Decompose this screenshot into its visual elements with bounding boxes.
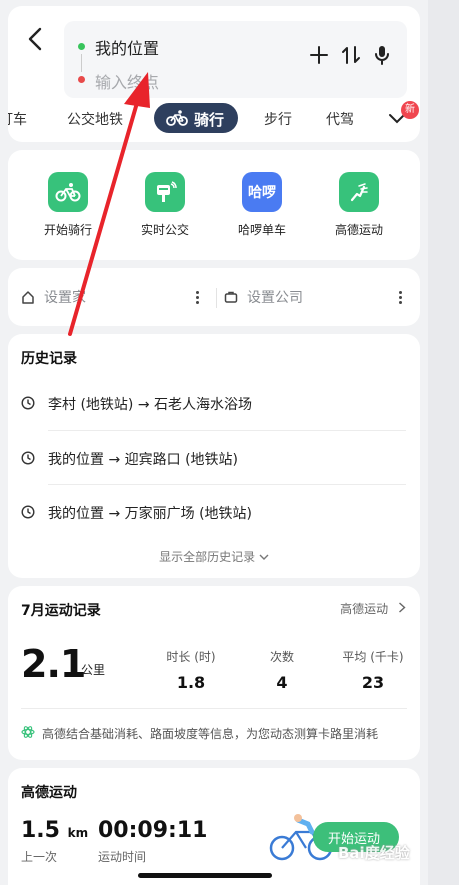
bus-stop-icon (145, 172, 185, 212)
history-title: 历史记录 (21, 351, 77, 367)
end-dot-icon (78, 76, 85, 83)
route-input-box: 我的位置 输入终点 (64, 21, 407, 98)
clock-icon (21, 396, 35, 410)
back-arrow-icon[interactable] (22, 24, 50, 54)
monthly-title: 7月运动记录 (21, 603, 101, 619)
briefcase-icon (224, 291, 238, 303)
clock-icon (21, 451, 35, 465)
tab-taxi[interactable]: 打车 (8, 109, 27, 129)
chevron-down-icon (259, 554, 269, 560)
home-indicator[interactable] (138, 873, 272, 878)
hello-logo: 哈啰 (242, 172, 282, 212)
transport-mode-tabs: 打车 公交地铁 骑行 步行 代驾 (8, 102, 420, 134)
watermark: Bai度经验 (338, 844, 410, 862)
sport-time: 00:09:11 (98, 818, 208, 843)
tab-walking[interactable]: 步行 (264, 109, 292, 129)
work-more-icon[interactable] (399, 291, 402, 306)
microphone-icon[interactable] (370, 43, 394, 67)
last-distance-label: 上一次 (21, 850, 58, 864)
monthly-sport-card: 7月运动记录 高德运动 2.1 公里 时长 (时) 1.8 次数 4 平均 (千… (8, 586, 420, 760)
calorie-note: 高德结合基础消耗、路面坡度等信息，为您动态测算卡路里消耗 (42, 727, 379, 741)
home-icon (22, 291, 34, 304)
run-icon (339, 172, 379, 212)
clock-icon (21, 505, 35, 519)
swap-icon[interactable] (339, 43, 363, 67)
history-item[interactable]: 李村 (地铁站) → 石老人海水浴场 (21, 396, 406, 450)
stat-count: 次数 4 (269, 650, 294, 692)
last-distance: 1.5 km (21, 818, 89, 843)
history-item[interactable]: 我的位置 → 迎宾路口 (地铁站) (21, 451, 406, 505)
tab-cycling[interactable]: 骑行 (154, 103, 239, 133)
set-work-button[interactable]: 设置公司 (247, 287, 303, 307)
set-home-button[interactable]: 设置家 (44, 287, 86, 307)
bike-icon (48, 172, 88, 212)
service-realtime-bus[interactable]: 实时公交 (125, 172, 205, 238)
home-more-icon[interactable] (196, 291, 199, 306)
start-location-field[interactable]: 我的位置 (95, 35, 159, 59)
service-gaode-sport[interactable]: 高德运动 (319, 172, 399, 238)
tab-transit[interactable]: 公交地铁 (67, 109, 123, 129)
route-search-card: 我的位置 输入终点 打车 公交地铁 骑行 步行 代驾 新 (8, 6, 420, 142)
background-strip (428, 0, 459, 885)
sport-title: 高德运动 (21, 785, 77, 801)
cycling-services-card: 开始骑行 实时公交 哈啰 哈啰单车 高德运动 (8, 150, 420, 260)
history-card: 历史记录 李村 (地铁站) → 石老人海水浴场 我的位置 → 迎宾路口 (地铁站… (8, 334, 420, 578)
monthly-distance: 2.1 (21, 642, 86, 686)
bike-icon (166, 110, 188, 126)
gaode-sport-link[interactable]: 高德运动 (340, 600, 406, 617)
favorite-places-card: 设置家 设置公司 (8, 268, 420, 326)
start-dot-icon (78, 43, 85, 50)
atom-icon (21, 726, 35, 738)
new-badge: 新 (401, 101, 419, 119)
add-waypoint-icon[interactable] (307, 43, 331, 67)
sport-time-label: 运动时间 (98, 850, 147, 864)
stat-calories: 平均 (千卡) 23 (342, 650, 404, 692)
tab-designated-driver[interactable]: 代驾 (326, 109, 354, 129)
show-all-history-button[interactable]: 显示全部历史记录 (8, 548, 420, 565)
destination-input[interactable]: 输入终点 (95, 69, 159, 93)
gaode-sport-card: 高德运动 1.5 km 上一次 00:09:11 运动时间 开始运动 (8, 768, 420, 885)
distance-unit: 公里 (81, 663, 106, 677)
service-hello-bike[interactable]: 哈啰 哈啰单车 (222, 172, 302, 238)
stat-duration: 时长 (时) 1.8 (166, 650, 216, 692)
service-start-cycling[interactable]: 开始骑行 (28, 172, 108, 238)
chevron-right-icon (399, 602, 406, 613)
